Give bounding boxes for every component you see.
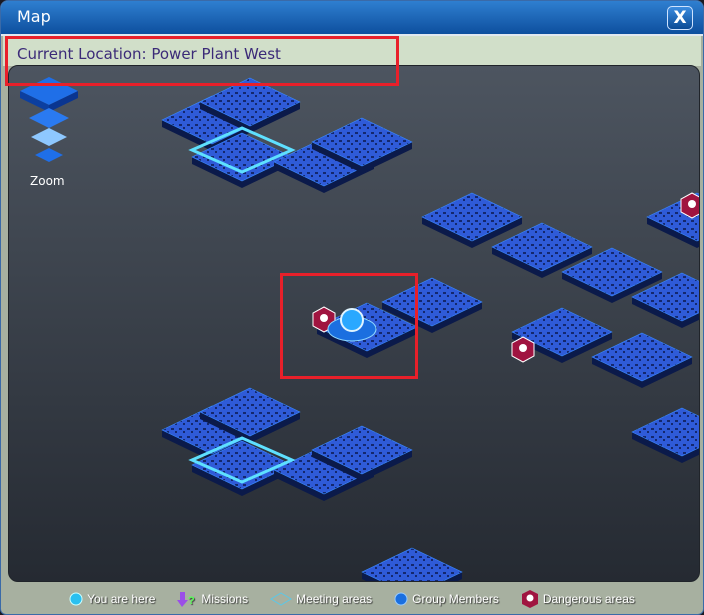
danger-marker[interactable] <box>511 336 535 363</box>
window-title: Map <box>17 7 51 26</box>
legend-group-members: Group Members <box>394 591 499 607</box>
missions-icon: ? <box>177 592 195 607</box>
close-button[interactable]: X <box>667 6 693 30</box>
svg-text:?: ? <box>188 595 195 607</box>
legend-meeting-areas: Meeting areas <box>270 592 372 606</box>
map-canvas[interactable] <box>9 66 699 581</box>
legend: You are here ? Missions Meeting areas Gro… <box>1 587 703 611</box>
meeting-areas-icon <box>270 592 293 606</box>
legend-missions: ? Missions <box>177 590 248 608</box>
dangerous-areas-icon <box>521 590 538 608</box>
title-bar[interactable]: Map X <box>1 1 703 36</box>
map-tile[interactable] <box>361 547 463 581</box>
zoom-label: Zoom <box>30 174 65 188</box>
group-members-icon <box>394 592 408 606</box>
legend-you-are-here: You are here <box>69 591 155 607</box>
zoom-control[interactable] <box>20 77 78 162</box>
map-tile[interactable] <box>421 192 523 242</box>
map-window: Map X Current Location: Power Plant West… <box>0 0 704 615</box>
you-are-here-icon <box>69 592 83 606</box>
current-location: Current Location: Power Plant West <box>17 45 281 63</box>
map-view[interactable]: Zoom <box>8 65 700 582</box>
legend-dangerous-areas: Dangerous areas <box>521 589 635 609</box>
